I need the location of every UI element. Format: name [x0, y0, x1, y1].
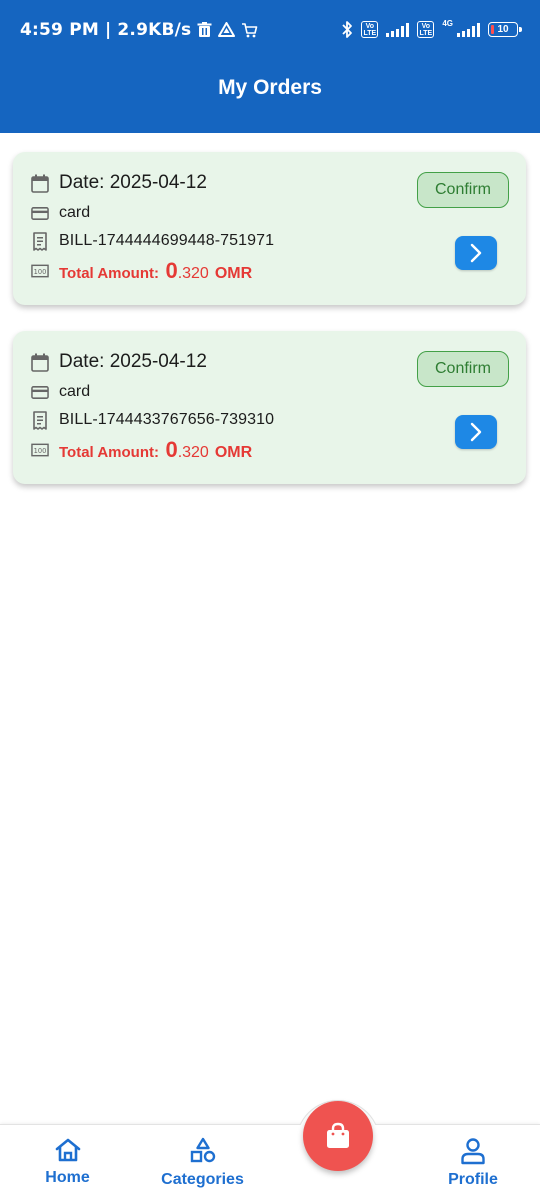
signal-icon-2 [457, 22, 480, 37]
status-right: Vo LTE Vo LTE 4G 10 [341, 19, 522, 39]
order-bill-number: BILL-1744433767656-739310 [59, 411, 275, 428]
nav-categories-label: Categories [161, 1171, 244, 1188]
order-card[interactable]: Date: 2025-04-12 card BILL-1744444699448… [13, 152, 526, 305]
credit-card-icon [31, 383, 49, 401]
cart-button[interactable] [303, 1101, 373, 1171]
nav-profile-label: Profile [448, 1171, 498, 1188]
home-icon [55, 1138, 80, 1162]
volte-icon-2: Vo LTE [417, 21, 435, 38]
nav-categories[interactable]: Categories [155, 1137, 250, 1189]
order-bill-row: BILL-1744444699448-751971 [31, 231, 275, 251]
bluetooth-icon [341, 20, 353, 39]
chevron-right-icon [470, 422, 482, 442]
order-amount: Total Amount: 0.320 OMR [59, 437, 252, 463]
calendar-icon [31, 353, 49, 372]
status-badge: Confirm [417, 351, 509, 387]
status-speed: 2.9KB/s [117, 20, 192, 40]
order-date-row: Date: 2025-04-12 [31, 172, 207, 194]
svg-text:100: 100 [34, 268, 47, 276]
order-card[interactable]: Date: 2025-04-12 card BILL-1744433767656… [13, 331, 526, 484]
svg-text:100: 100 [34, 447, 47, 455]
order-bill-row: BILL-1744433767656-739310 [31, 410, 275, 430]
order-payment-row: card [31, 383, 90, 401]
money-icon: 100 [31, 441, 49, 459]
drive-icon [218, 22, 236, 38]
battery-level: 10 [497, 24, 509, 35]
amount-integer: 0 [165, 437, 178, 462]
order-payment-method: card [59, 383, 91, 400]
amount-currency: OMR [214, 444, 253, 461]
order-details-button[interactable] [455, 415, 497, 449]
bottom-nav: Home Categories Profile [0, 1124, 540, 1200]
calendar-icon [31, 174, 49, 193]
chevron-right-icon [470, 243, 482, 263]
receipt-icon [31, 231, 49, 251]
order-date: Date: 2025-04-12 [59, 351, 207, 372]
receipt-icon [31, 410, 49, 430]
total-amount-label: Total Amount: [59, 265, 159, 282]
trash-icon [197, 22, 212, 38]
nav-profile[interactable]: Profile [444, 1137, 502, 1189]
credit-card-icon [31, 204, 49, 222]
status-bar: 4:59 PM | 2.9KB/s Vo LTE Vo LTE 4G 10 [0, 0, 540, 64]
order-payment-row: card [31, 204, 90, 222]
battery-icon: 10 [488, 22, 522, 37]
amount-decimal: .320 [177, 265, 209, 282]
status-left: 4:59 PM | 2.9KB/s [20, 20, 258, 40]
cart-status-icon [241, 22, 258, 38]
nav-home[interactable]: Home [40, 1137, 95, 1187]
amount-currency: OMR [214, 265, 253, 282]
order-date: Date: 2025-04-12 [59, 172, 207, 193]
profile-icon [461, 1138, 485, 1165]
signal-icon [386, 22, 410, 37]
order-date-row: Date: 2025-04-12 [31, 351, 207, 373]
app-header: 4:59 PM | 2.9KB/s VoLTE VoLTE 4G 10 My [0, 0, 540, 133]
order-amount-row: 100 Total Amount: 0.320 OMR [31, 258, 252, 284]
order-amount-row: 100 Total Amount: 0.320 OMR [31, 437, 252, 463]
shopping-bag-icon [327, 1122, 349, 1148]
volte-icon: Vo LTE [361, 21, 379, 38]
amount-decimal: .320 [177, 444, 209, 461]
order-amount: Total Amount: 0.320 OMR [59, 258, 252, 284]
status-divider: | [104, 20, 112, 40]
money-icon: 100 [31, 262, 49, 280]
total-amount-label: Total Amount: [59, 444, 159, 461]
status-badge: Confirm [417, 172, 509, 208]
order-details-button[interactable] [455, 236, 497, 270]
amount-integer: 0 [165, 258, 178, 283]
network-type: 4G [442, 19, 453, 28]
order-bill-number: BILL-1744444699448-751971 [59, 232, 275, 249]
status-time: 4:59 PM [20, 20, 99, 40]
categories-icon [190, 1137, 215, 1163]
nav-home-label: Home [45, 1169, 90, 1186]
order-payment-method: card [59, 204, 91, 221]
page-title: My Orders [218, 76, 322, 99]
